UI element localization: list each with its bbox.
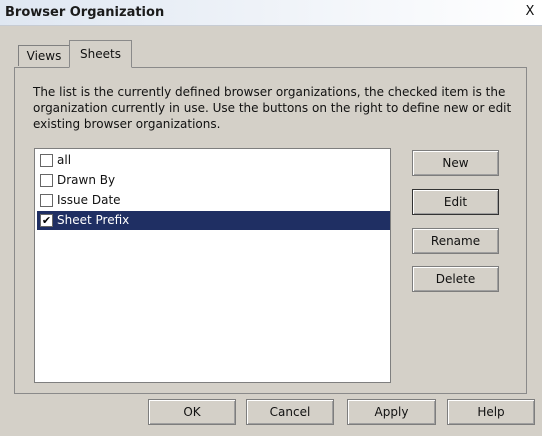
title-bar: Browser Organization X xyxy=(0,0,542,26)
list-item-label: all xyxy=(57,153,72,167)
help-button[interactable]: Help xyxy=(447,399,535,425)
close-icon[interactable]: X xyxy=(522,4,538,20)
description-text: The list is the currently defined browse… xyxy=(33,85,512,131)
browser-organization-dialog: Browser Organization X Views Sheets The … xyxy=(0,0,542,436)
edit-button[interactable]: Edit xyxy=(412,189,499,215)
apply-button[interactable]: Apply xyxy=(347,399,436,425)
list-item-issue-date[interactable]: Issue Date xyxy=(37,191,390,210)
list-item-label: Issue Date xyxy=(57,193,121,207)
tab-sheets[interactable]: Sheets xyxy=(69,40,132,68)
organizations-listbox[interactable]: all Drawn By Issue Date ✔ Sheet Prefix xyxy=(34,148,391,383)
new-button[interactable]: New xyxy=(412,150,499,176)
checkmark-icon: ✔ xyxy=(41,214,52,227)
window-title: Browser Organization xyxy=(5,5,165,20)
rename-button[interactable]: Rename xyxy=(412,228,499,254)
checkbox-issue-date[interactable] xyxy=(40,194,53,207)
cancel-button[interactable]: Cancel xyxy=(246,399,334,425)
delete-button[interactable]: Delete xyxy=(412,266,499,292)
tab-views[interactable]: Views xyxy=(18,45,69,66)
ok-button[interactable]: OK xyxy=(148,399,236,425)
list-item-sheet-prefix[interactable]: ✔ Sheet Prefix xyxy=(37,211,390,230)
checkbox-all[interactable] xyxy=(40,154,53,167)
list-item-label: Sheet Prefix xyxy=(57,213,130,227)
list-item-all[interactable]: all xyxy=(37,151,390,170)
checkbox-sheet-prefix[interactable]: ✔ xyxy=(40,214,53,227)
list-item-drawn-by[interactable]: Drawn By xyxy=(37,171,390,190)
list-item-label: Drawn By xyxy=(57,173,116,187)
checkbox-drawn-by[interactable] xyxy=(40,174,53,187)
